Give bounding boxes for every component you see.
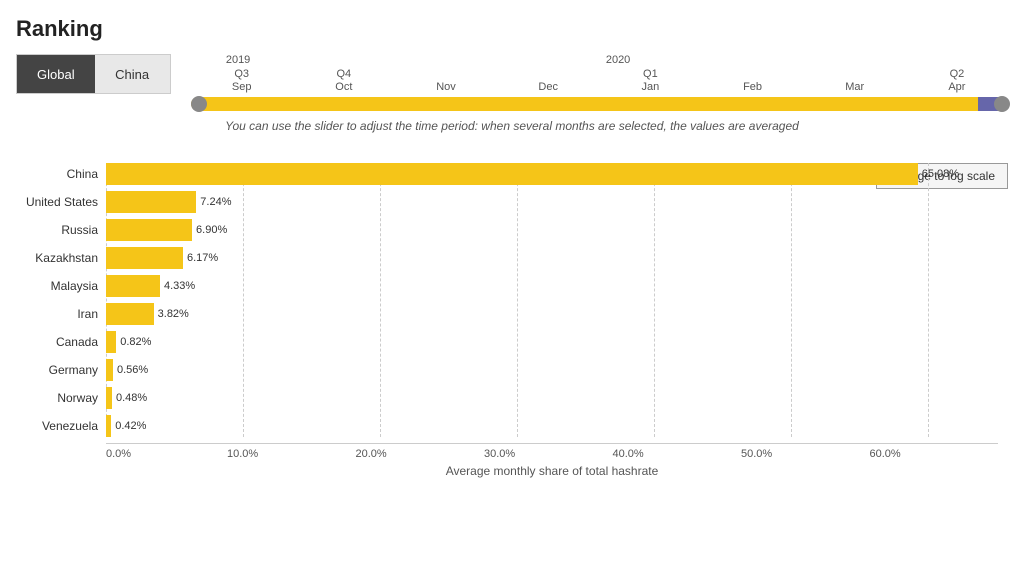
tab-group: Global China (16, 54, 171, 94)
bar-label-china: China (16, 167, 106, 181)
bar-track-germany: 0.56% (106, 359, 998, 381)
bar-track-iran: 3.82% (106, 303, 998, 325)
timeline: 2019 2020 Q3 Q4 Q1 Q2 Sep Oct Nov Dec Ja… (191, 54, 1008, 111)
bar-track-norway: 0.48% (106, 387, 998, 409)
bar-label-germany: Germany (16, 363, 106, 377)
table-row: Iran 3.82% (16, 303, 998, 325)
bar-value-russia: 6.90% (196, 224, 227, 236)
bar-fill-iran (106, 303, 154, 325)
bar-value-norway: 0.48% (116, 392, 147, 404)
table-row: United States 7.24% (16, 191, 998, 213)
bar-value-china: 65.08% (922, 168, 959, 180)
bar-fill-kazakhstan (106, 247, 183, 269)
bar-fill-china (106, 163, 918, 185)
timeline-quarters: Q3 Q4 Q1 Q2 (191, 68, 1008, 80)
bar-label-norway: Norway (16, 391, 106, 405)
bar-track-malaysia: 4.33% (106, 275, 998, 297)
bar-fill-us (106, 191, 196, 213)
bar-track-kazakhstan: 6.17% (106, 247, 998, 269)
bar-label-us: United States (16, 195, 106, 209)
bar-label-canada: Canada (16, 335, 106, 349)
bars-section: China 65.08% United States 7.24% Russia … (16, 163, 1008, 478)
tl-year-2020: 2020 (571, 54, 666, 66)
timeline-months: Sep Oct Nov Dec Jan Feb Mar Apr (191, 81, 1008, 93)
x-axis-label: Average monthly share of total hashrate (106, 464, 998, 478)
page-title: Ranking (16, 16, 1008, 42)
bar-fill-canada (106, 331, 116, 353)
table-row: Kazakhstan 6.17% (16, 247, 998, 269)
slider-handle-left[interactable] (191, 96, 207, 112)
bar-label-iran: Iran (16, 307, 106, 321)
bar-track-russia: 6.90% (106, 219, 998, 241)
tab-china[interactable]: China (95, 55, 170, 93)
table-row: Malaysia 4.33% (16, 275, 998, 297)
bar-fill-russia (106, 219, 192, 241)
tl-year-2019: 2019 (191, 54, 286, 66)
bar-value-iran: 3.82% (158, 308, 189, 320)
bar-value-kazakhstan: 6.17% (187, 252, 218, 264)
bar-fill-germany (106, 359, 113, 381)
bar-track-venezuela: 0.42% (106, 415, 998, 437)
chart-area: Change to log scale China 65.08% (16, 163, 1008, 478)
bar-label-venezuela: Venezuela (16, 419, 106, 433)
bar-fill-venezuela (106, 415, 111, 437)
bar-track-canada: 0.82% (106, 331, 998, 353)
bar-value-malaysia: 4.33% (164, 280, 195, 292)
table-row: Venezuela 0.42% (16, 415, 998, 437)
bar-value-canada: 0.82% (120, 336, 151, 348)
timeline-header: 2019 2020 (191, 54, 1008, 66)
bar-label-malaysia: Malaysia (16, 279, 106, 293)
bar-track-china: 65.08% (106, 163, 998, 185)
x-axis: 0.0% 10.0% 20.0% 30.0% 40.0% 50.0% 60.0% (106, 443, 998, 460)
bar-value-germany: 0.56% (117, 364, 148, 376)
table-row: Norway 0.48% (16, 387, 998, 409)
timeline-hint: You can use the slider to adjust the tim… (16, 119, 1008, 133)
table-row: Russia 6.90% (16, 219, 998, 241)
table-row: Germany 0.56% (16, 359, 998, 381)
table-row: Canada 0.82% (16, 331, 998, 353)
bar-value-us: 7.24% (200, 196, 231, 208)
bar-value-venezuela: 0.42% (115, 420, 146, 432)
bars-wrapper: China 65.08% United States 7.24% Russia … (16, 163, 998, 437)
slider-handle-right[interactable] (994, 96, 1010, 112)
bar-label-kazakhstan: Kazakhstan (16, 251, 106, 265)
table-row: China 65.08% (16, 163, 998, 185)
bar-fill-norway (106, 387, 112, 409)
bar-fill-malaysia (106, 275, 160, 297)
bar-label-russia: Russia (16, 223, 106, 237)
timeline-slider[interactable] (191, 97, 1008, 111)
tab-global[interactable]: Global (17, 55, 95, 93)
bar-track-us: 7.24% (106, 191, 998, 213)
